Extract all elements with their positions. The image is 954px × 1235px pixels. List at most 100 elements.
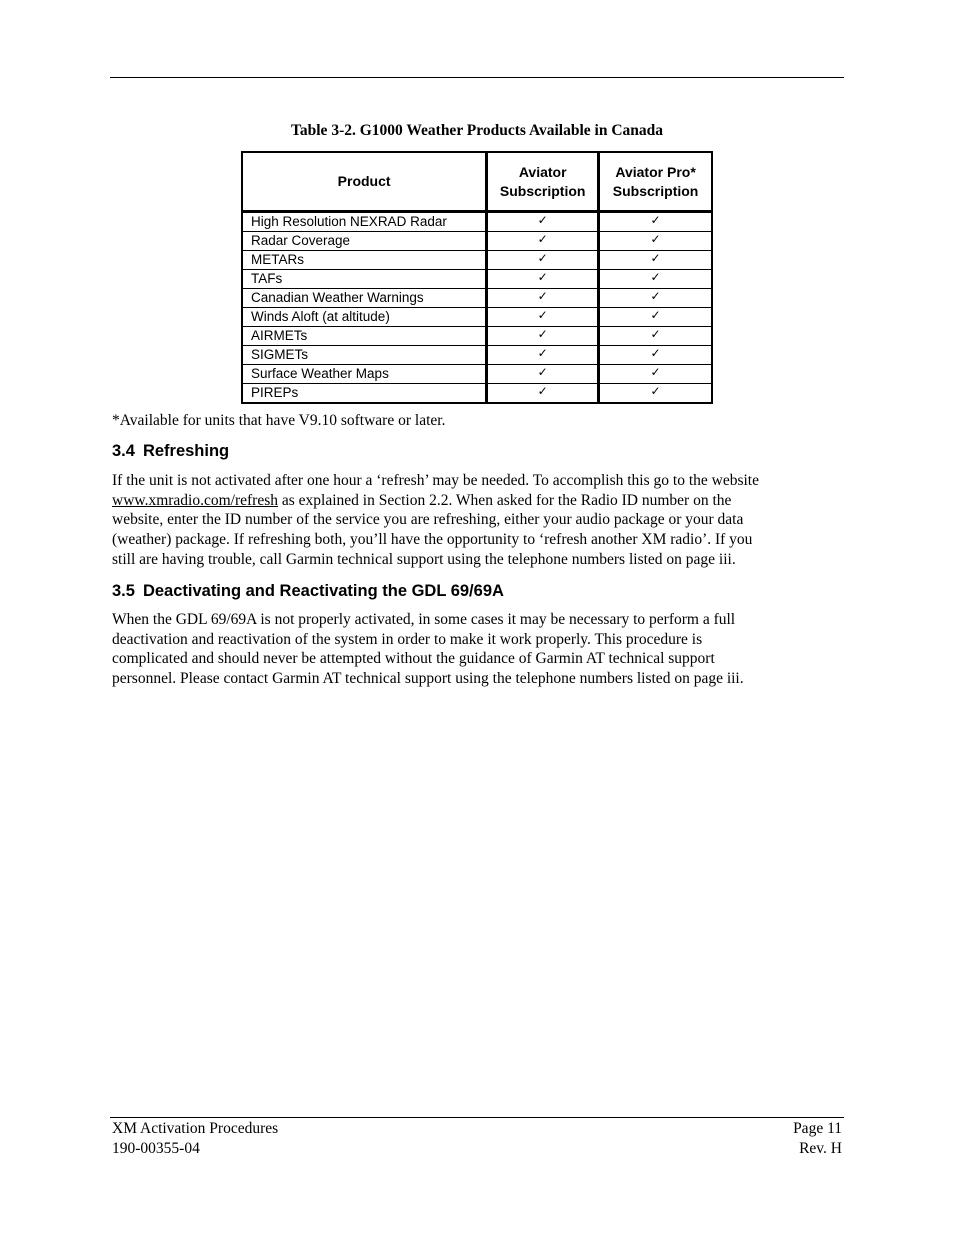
table-footnote: *Available for units that have V9.10 sof… [112,412,446,429]
section-heading-refreshing: 3.4 Refreshing [112,441,229,461]
aviator-pro-availability-cell: ✓ [598,364,712,384]
product-cell: Radar Coverage [242,231,489,251]
xmradio-refresh-link[interactable]: www.xmradio.com/refresh [112,492,278,509]
aviator-pro-availability-cell: ✓ [598,250,712,270]
section-title: Deactivating and Reactivating the GDL 69… [142,582,504,600]
checkmark-icon: ✓ [650,365,661,379]
header-pro-line1: Aviator Pro* [615,164,696,180]
aviator-pro-availability-cell: ✓ [598,307,712,327]
aviator-pro-availability-cell: ✓ [599,384,712,404]
section-heading-deactivating: 3.5 Deactivating and Reactivating the GDL… [112,581,504,601]
section-number: 3.5 [112,582,135,600]
table-row: Canadian Weather Warnings ✓ ✓ [242,288,712,308]
checkmark-icon: ✓ [650,289,661,303]
paragraph-line: When the GDL 69/69A is not properly acti… [112,611,736,628]
product-cell: AIRMETs [242,326,489,346]
product-cell: Surface Weather Maps [242,364,489,384]
checkmark-icon: ✓ [537,270,548,284]
table-header-row: Product Aviator Subscription Aviator Pro… [242,152,712,213]
table-caption: Table 3-2. G1000 Weather Products Availa… [0,121,954,141]
aviator-availability-cell: ✓ [486,326,601,346]
weather-products-table: Product Aviator Subscription Aviator Pro… [241,151,713,404]
aviator-availability-cell: ✓ [486,383,601,403]
checkmark-icon: ✓ [537,232,548,246]
aviator-pro-availability-cell: ✓ [598,288,712,308]
table-row: TAFs ✓ ✓ [242,269,712,289]
checkmark-icon: ✓ [537,327,548,341]
product-cell: PIREPs [242,383,489,403]
aviator-pro-availability-cell: ✓ [598,231,712,251]
product-cell: TAFs [242,269,489,289]
section-title: Refreshing [142,442,230,460]
checkmark-icon: ✓ [650,308,661,322]
table-row: High Resolution NEXRAD Radar ✓ ✓ [242,211,712,232]
checkmark-icon: ✓ [650,346,661,360]
checkmark-icon: ✓ [650,213,661,227]
header-aviator-pro-subscription: Aviator Pro* Subscription [598,152,712,213]
paragraph-line: website, enter the ID number of the serv… [112,511,744,529]
aviator-availability-cell: ✓ [486,364,601,384]
checkmark-icon: ✓ [650,232,661,246]
product-cell: Winds Aloft (at altitude) [242,307,489,327]
aviator-availability-cell: ✓ [486,307,601,327]
checkmark-icon: ✓ [537,365,548,379]
checkmark-icon: ✓ [537,384,548,398]
footer-revision: Rev. H [799,1139,842,1157]
table-row: Radar Coverage ✓ ✓ [242,231,712,251]
paragraph-line: still are having trouble, call Garmin te… [112,550,736,568]
table-row: PIREPs ✓ ✓ [242,383,712,404]
paragraph-line: (weather) package. If refreshing both, y… [112,531,753,549]
footer-right: Page 11 Rev. H [793,1119,842,1158]
footer-page-number: Page 11 [793,1120,842,1137]
header-product: Product [242,152,489,213]
checkmark-icon: ✓ [537,308,548,322]
checkmark-icon: ✓ [537,346,548,360]
section-number: 3.4 [112,442,135,460]
paragraph-line: deactivation and reactivation of the sys… [112,630,703,648]
paragraph-line: If the unit is not activated after one h… [112,472,759,489]
footer-rule [110,1117,844,1118]
paragraph-refreshing: If the unit is not activated after one h… [112,471,852,570]
checkmark-icon: ✓ [537,289,548,303]
checkmark-icon: ✓ [650,327,661,341]
footer-document-title: XM Activation Procedures [112,1120,279,1137]
table-row: Surface Weather Maps ✓ ✓ [242,364,712,384]
table-body: High Resolution NEXRAD Radar ✓ ✓ Radar Cove… [242,211,712,404]
aviator-availability-cell: ✓ [486,250,601,270]
table-row: Winds Aloft (at altitude) ✓ ✓ [242,307,712,327]
header-aviator-subscription: Aviator Subscription [486,152,601,213]
checkmark-icon: ✓ [650,270,661,284]
checkmark-icon: ✓ [537,251,548,265]
aviator-availability-cell: ✓ [486,211,601,232]
footer-left: XM Activation Procedures 190-00355-04 [112,1119,278,1158]
paragraph-line: www.xmradio.com/refresh as explained in … [112,491,852,511]
checkmark-icon: ✓ [650,251,661,265]
aviator-availability-cell: ✓ [486,288,601,308]
product-cell: SIGMETs [242,345,489,365]
aviator-pro-availability-cell: ✓ [598,326,712,346]
header-product-label: Product [337,173,391,190]
paragraph-line: complicated and should never be attempte… [112,650,715,668]
header-aviator-line1: Aviator [518,164,567,180]
paragraph-deactivating: When the GDL 69/69A is not properly acti… [112,610,852,689]
table-caption-text: Table 3-2. G1000 Weather Products Availa… [290,122,664,139]
product-cell: METARs [242,250,489,270]
aviator-availability-cell: ✓ [486,231,601,251]
footer-document-number: 190-00355-04 [112,1139,200,1157]
aviator-availability-cell: ✓ [486,345,601,365]
checkmark-icon: ✓ [650,384,661,398]
paragraph-line: personnel. Please contact Garmin AT tech… [112,670,744,688]
header-pro-line2: Subscription [612,182,699,199]
aviator-pro-availability-cell: ✓ [598,269,712,289]
product-cell: High Resolution NEXRAD Radar [242,211,489,232]
paragraph-line-text: as explained in Section 2.2. When asked … [278,491,732,509]
header-aviator-line2: Subscription [499,182,586,199]
table-row: METARs ✓ ✓ [242,250,712,270]
table-row: SIGMETs ✓ ✓ [242,345,712,365]
product-cell: Canadian Weather Warnings [242,288,489,308]
aviator-availability-cell: ✓ [486,269,601,289]
aviator-pro-availability-cell: ✓ [598,211,712,232]
header-rule [110,77,844,78]
checkmark-icon: ✓ [537,213,548,227]
table-row: AIRMETs ✓ ✓ [242,326,712,346]
